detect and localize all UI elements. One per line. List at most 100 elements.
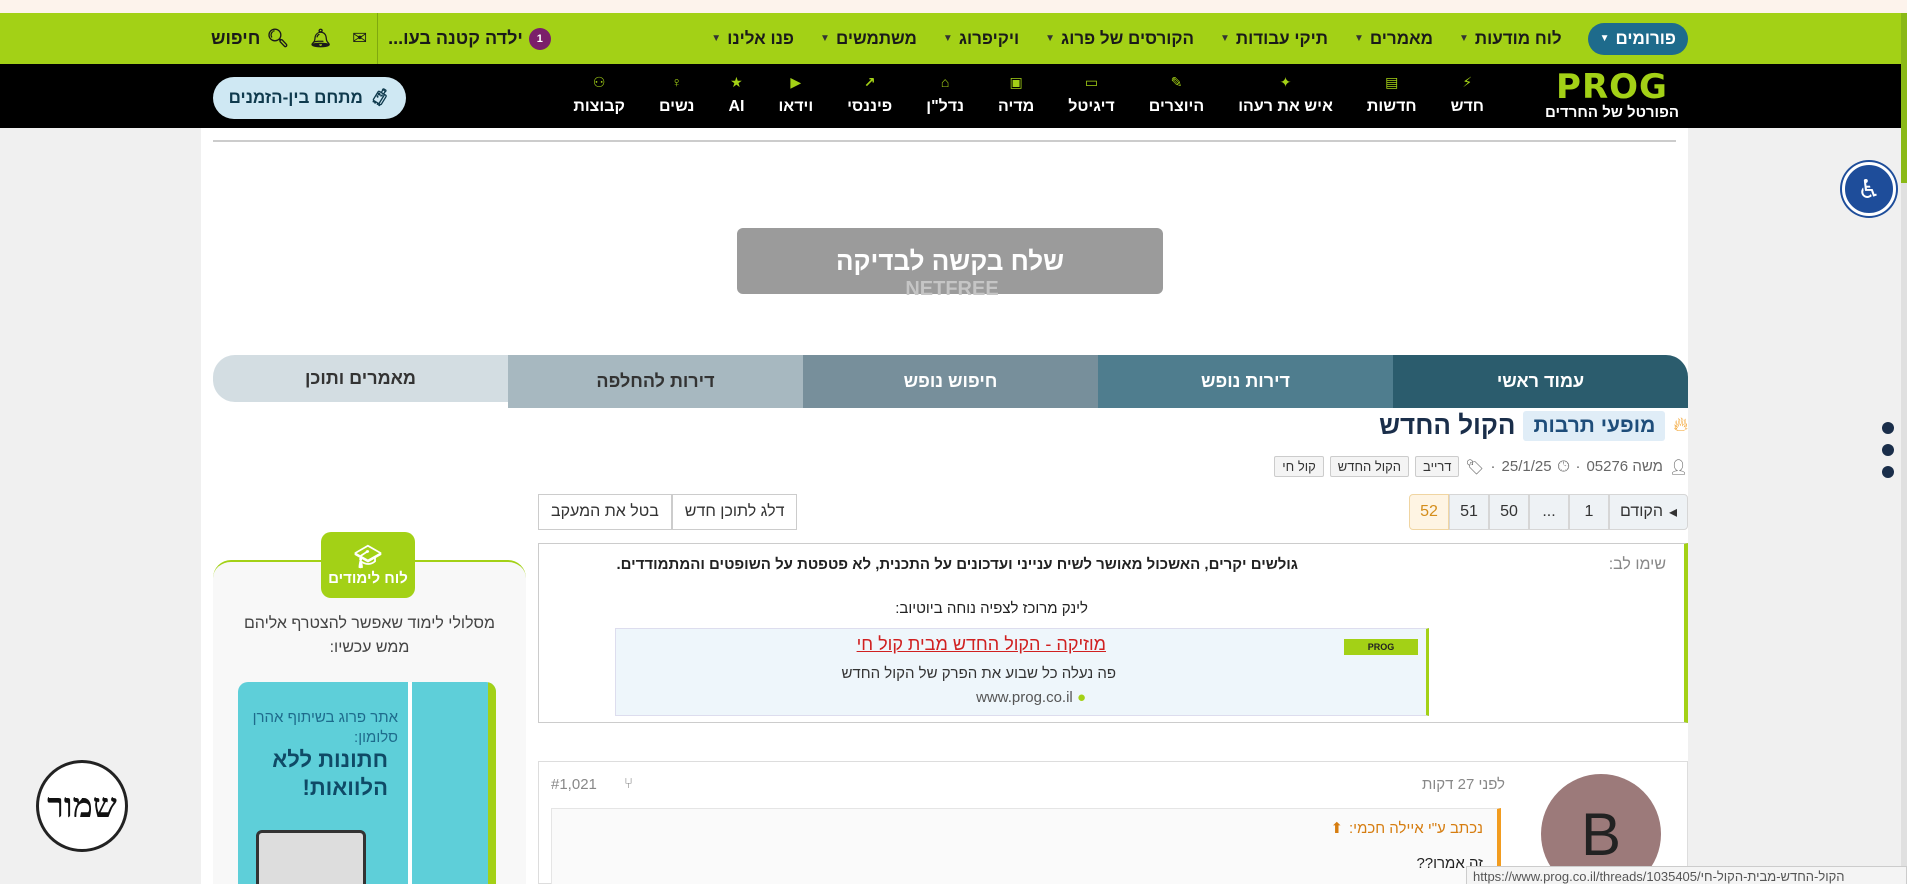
between-times-label: מתחם בין-הזמנים <box>228 88 363 107</box>
post-number[interactable]: #1,021 <box>551 776 597 793</box>
alert-count-badge: 1 <box>528 27 551 50</box>
news-icon: ▤ <box>1385 74 1399 90</box>
tag[interactable]: הקול החדש <box>1329 456 1410 477</box>
cat-groups[interactable]: ⚇ קבוצות <box>556 74 642 116</box>
accessibility-icon[interactable]: ♿︎ <box>1842 162 1896 216</box>
cat-video[interactable]: ▶ וידאו <box>761 74 830 116</box>
tab-label: חיפוש נופש <box>903 371 998 391</box>
nav-articles[interactable]: מאמרים ▼ <box>1354 29 1433 49</box>
dot[interactable] <box>1882 444 1894 456</box>
quote-header: נכתב ע"י איילה חכמי: ⬆︎ <box>1330 819 1483 838</box>
page-ellipsis[interactable]: ... <box>1528 494 1569 530</box>
cat-news[interactable]: ▤ חדשות <box>1350 74 1434 116</box>
cat-women[interactable]: ♀ נשים <box>642 74 712 116</box>
page-current[interactable]: 52 <box>1408 494 1449 530</box>
chevron-down-icon: ▼ <box>1599 33 1610 44</box>
nav-portfolios[interactable]: תיקי עבודות ▼ <box>1220 29 1328 49</box>
unwatch-button[interactable]: בטל את המעקב <box>538 494 672 530</box>
inbox-button[interactable]: ✉︎ <box>342 13 377 64</box>
site-icon: ● <box>1076 689 1086 706</box>
card-title[interactable]: מוזיקה - הקול החדש מבית קול חי <box>857 634 1106 655</box>
card-url-text: www.prog.co.il <box>976 689 1073 706</box>
nav-courses[interactable]: הקורסים של פרוג ▼ <box>1045 29 1194 49</box>
page-link[interactable]: 50 <box>1488 494 1529 530</box>
tab-vacation-search[interactable]: חיפוש נופש <box>803 355 1098 408</box>
clock-icon: 🕒︎ <box>1557 458 1570 475</box>
tab-label: דירות להחלפה <box>596 371 715 391</box>
between-times-button[interactable]: 🧳︎ מתחם בין-הזמנים <box>213 77 406 119</box>
tag[interactable]: קול חי <box>1274 456 1324 477</box>
chevron-down-icon: ▼ <box>1219 33 1230 44</box>
top-strip <box>0 0 1907 13</box>
page-link[interactable]: 51 <box>1448 494 1489 530</box>
fire-icon: 🔥︎ <box>1673 414 1688 436</box>
thread-title: הקול החדש <box>1379 410 1516 440</box>
nav-wiki-label: ויקיפרוג <box>958 28 1020 48</box>
nav-forums[interactable]: פורומים ▼ <box>1587 22 1688 55</box>
handshake-icon: ✦ <box>1279 74 1292 90</box>
cat-realestate[interactable]: ⌂ נדל"ן <box>909 74 981 116</box>
search-button[interactable]: חיפוש 🔍︎ <box>201 13 299 64</box>
envelope-icon: ✉︎ <box>352 28 368 48</box>
alert-button[interactable]: 1 ילדה קטנה בעו... <box>378 13 561 64</box>
chevron-down-icon: ▼ <box>820 33 830 44</box>
image-icon: ▣ <box>1009 74 1023 90</box>
bell-button[interactable]: 🔔︎ <box>299 13 342 64</box>
category-nav: ⚡︎ חדש ▤ חדשות ✦ איש את רעהו ✎ היוצרים ▭ דיגי… <box>556 74 1501 116</box>
divider <box>213 140 1676 142</box>
promo-headline: חתונות ללא הלוואות! <box>272 747 388 800</box>
nav-courses-label: הקורסים של פרוג <box>1061 28 1194 48</box>
tab-label: עמוד ראשי <box>1496 371 1585 391</box>
chart-icon: ↗ <box>863 74 876 90</box>
thread-prefix[interactable]: מופעי תרבות <box>1523 410 1666 441</box>
nav-forums-label: פורומים <box>1615 28 1676 48</box>
tab-articles[interactable]: מאמרים ותוכן <box>213 355 508 402</box>
cat-ai[interactable]: ★ AI <box>711 74 761 116</box>
promo-banner[interactable]: אתר פרוג בשיתוף אהרן סלומון: חתונות ללא … <box>238 682 496 884</box>
dot[interactable] <box>1882 422 1894 434</box>
tab-vacation-apartments[interactable]: דירות נופש <box>1098 355 1393 408</box>
side-dots[interactable] <box>1882 422 1894 478</box>
cat-finance[interactable]: ↗ פיננסי <box>830 74 909 116</box>
cat-community[interactable]: ✦ איש את רעהו <box>1221 74 1350 116</box>
tag[interactable]: דרייב <box>1415 456 1460 477</box>
bolt-icon: ⚡︎ <box>1462 74 1473 90</box>
category-bar: PROG הפורטל של החרדים ⚡︎ חדש ▤ חדשות ✦ איש … <box>0 64 1907 128</box>
thread-meta: 👤︎ משה 05276 · 🕒︎ 25/1/25 · 🏷︎ דרייב הקו… <box>1274 456 1688 477</box>
cat-creators[interactable]: ✎ היוצרים <box>1132 74 1221 116</box>
skip-new-button[interactable]: דלג לתוכן חדש <box>671 494 798 530</box>
notice-text: לינק מרוכז לצפיה נוחה ביוטיוב: <box>895 600 1088 617</box>
tab-home[interactable]: עמוד ראשי <box>1393 355 1688 408</box>
laptop-image <box>256 830 366 884</box>
page-link[interactable]: 1 <box>1568 494 1609 530</box>
prog-logo[interactable]: PROG הפורטל של החרדים <box>1537 70 1687 122</box>
cat-new[interactable]: ⚡︎ חדש <box>1434 74 1501 116</box>
share-icon[interactable]: ⑂ <box>624 775 633 792</box>
quote-author[interactable]: נכתב ע"י איילה חכמי: <box>1349 820 1483 837</box>
dot[interactable] <box>1882 466 1894 478</box>
graduation-cap-icon: 🎓︎ <box>354 543 382 569</box>
search-icon: 🔍︎ <box>266 28 290 48</box>
nav-portfolios-label: תיקי עבודות <box>1235 28 1328 48</box>
sidebar-text: מסלולי לימוד שאפשר להצטרף אליהם ממש עכשי… <box>243 615 496 656</box>
nav-users[interactable]: משתמשים ▼ <box>820 29 917 49</box>
tab-swap-apartments[interactable]: דירות להחלפה <box>508 355 803 408</box>
separator: · <box>1575 458 1581 475</box>
promo-text: אתר פרוג בשיתוף אהרן סלומון: <box>252 709 398 746</box>
study-board-button[interactable]: 🎓︎ לוח לימודים <box>321 532 415 598</box>
nav-contact[interactable]: פנו אלינו ▼ <box>711 29 794 49</box>
scrollbar-thumb[interactable] <box>1901 13 1907 183</box>
thread-title-row: 🔥︎ מופעי תרבות הקול החדש <box>1379 410 1688 441</box>
link-preview-card[interactable]: PROG מוזיקה - הקול החדש מבית קול חי פה נ… <box>615 628 1429 716</box>
nav-classifieds[interactable]: לוח מודעות ▼ <box>1459 29 1562 49</box>
prev-page-button[interactable]: ◂ הקודם <box>1608 494 1688 530</box>
shamor-seal[interactable]: שמור <box>36 760 128 852</box>
thread-author[interactable]: משה 05276 <box>1586 458 1663 475</box>
cat-label: היוצרים <box>1148 98 1205 115</box>
cat-media[interactable]: ▣ מדיה <box>981 74 1051 116</box>
cat-digital[interactable]: ▭ דיגיטל <box>1051 74 1131 116</box>
accent-bar <box>488 682 496 884</box>
play-icon: ▶ <box>790 74 802 90</box>
arrow-up-circle-icon[interactable]: ⬆︎ <box>1330 819 1343 837</box>
nav-wiki[interactable]: ויקיפרוג ▼ <box>943 29 1019 49</box>
